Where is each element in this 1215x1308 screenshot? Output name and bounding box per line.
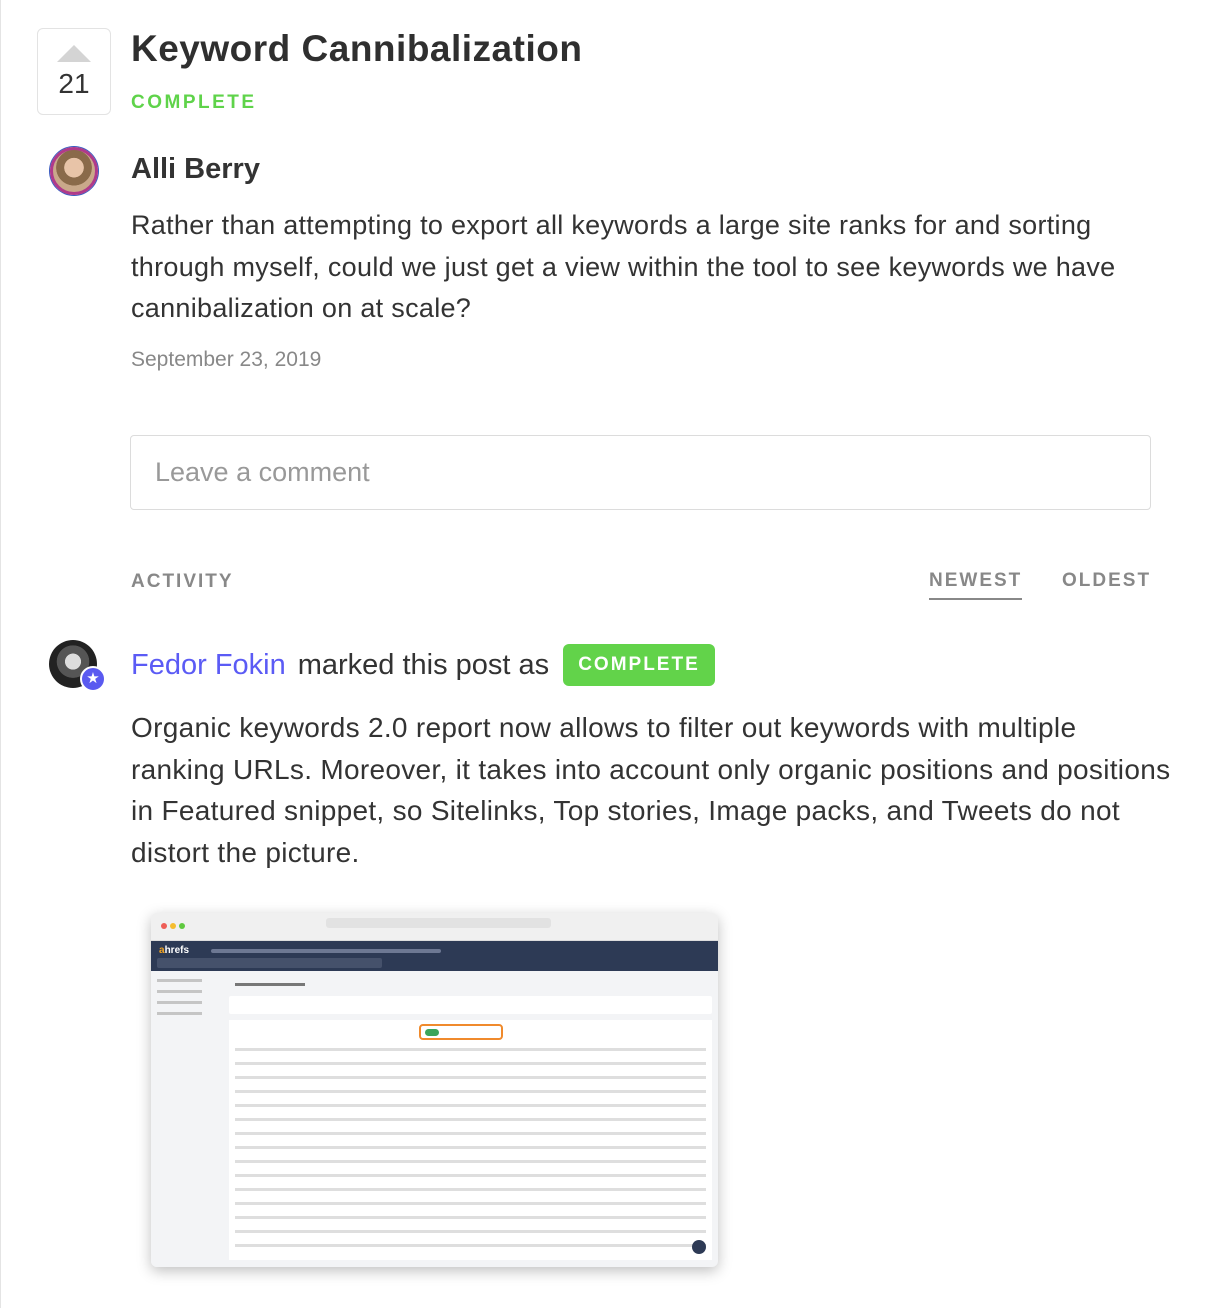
browser-chrome — [151, 913, 718, 941]
multiple-urls-toggle-highlight — [419, 1024, 503, 1040]
sort-oldest[interactable]: OLDEST — [1062, 570, 1151, 598]
post-body: Rather than attempting to export all key… — [131, 210, 1116, 323]
author-avatar — [50, 147, 98, 195]
ahrefs-logo: ahrefs — [159, 945, 190, 956]
post-title: Keyword Cannibalization — [131, 28, 583, 69]
post-date: September 23, 2019 — [131, 348, 322, 371]
vote-count: 21 — [58, 68, 90, 99]
admin-star-icon: ★ — [80, 666, 106, 692]
activity-line: Fedor Fokin marked this post as COMPLETE — [131, 644, 715, 686]
comment-input[interactable]: Leave a comment — [130, 435, 1151, 510]
activity-action: marked this post as — [297, 648, 550, 681]
attached-screenshot[interactable]: ahrefs — [151, 913, 718, 1267]
activity-user-link[interactable]: Fedor Fokin — [131, 649, 286, 682]
complete-badge: COMPLETE — [563, 644, 715, 686]
author-name: Alli Berry — [131, 153, 260, 185]
ahrefs-navbar: ahrefs — [151, 941, 718, 971]
sort-newest[interactable]: NEWEST — [929, 570, 1023, 600]
post-status: COMPLETE — [131, 92, 257, 113]
upvote-button[interactable]: 21 — [37, 28, 111, 115]
upvote-arrow-icon — [57, 45, 91, 62]
help-icon — [692, 1240, 706, 1254]
activity-heading: ACTIVITY — [131, 571, 234, 592]
activity-body: Organic keywords 2.0 report now allows t… — [131, 712, 1171, 868]
